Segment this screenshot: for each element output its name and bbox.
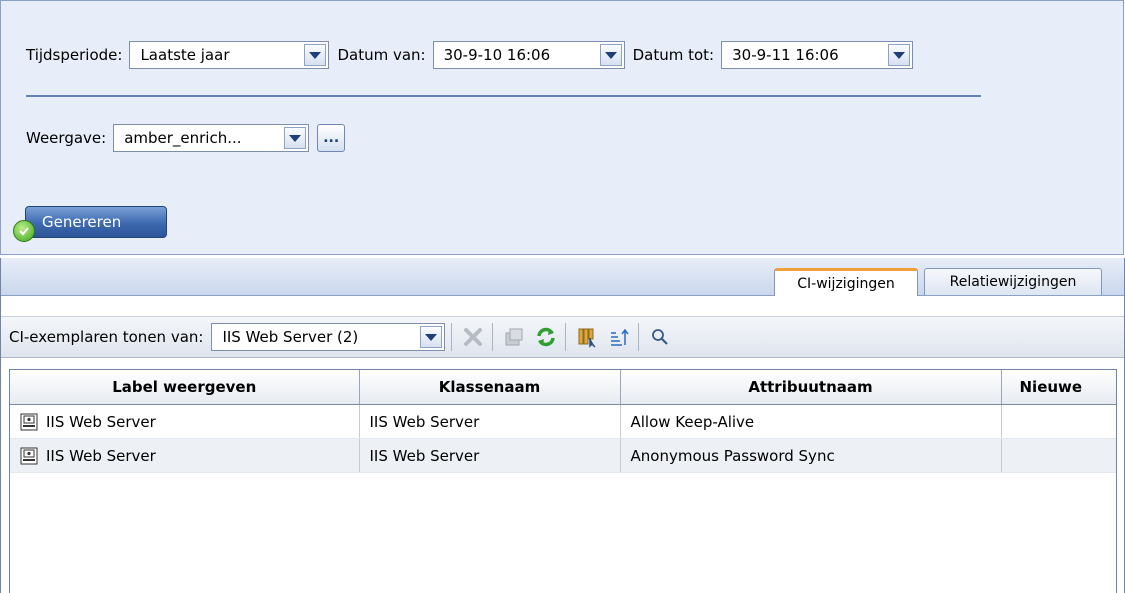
generate-button-label: Genereren	[25, 206, 167, 238]
table-cell: IIS Web Server	[10, 404, 360, 439]
filter-panel: Tijdsperiode: Laatste jaar Datum van: 30…	[0, 0, 1124, 255]
ci-instances-label: CI-exemplaren tonen van:	[9, 328, 204, 346]
table-cell	[1001, 404, 1116, 439]
toolbar-separator	[638, 323, 640, 351]
tijdsperiode-select[interactable]: Laatste jaar	[129, 41, 330, 69]
sort-icon[interactable]	[604, 322, 634, 352]
tab-strip: CI-wijzigingen Relatiewijzigingen	[1, 258, 1124, 296]
weergave-label: Weergave:	[26, 129, 107, 147]
server-icon	[20, 447, 38, 464]
toolbar-separator	[492, 323, 494, 351]
row-label: IIS Web Server	[46, 412, 156, 431]
table-header-row: Label weergeven Klassenaam Attribuutnaam…	[10, 370, 1116, 405]
table-cell: IIS Web Server	[359, 404, 621, 439]
column-header-label[interactable]: Label weergeven	[10, 370, 360, 405]
view-row: Weergave: amber_enrich... ...	[26, 124, 346, 152]
datum-tot-value: 30-9-11 16:06	[732, 46, 839, 64]
table-row[interactable]: IIS Web Server IIS Web Server Allow Keep…	[10, 404, 1116, 439]
server-icon	[20, 413, 38, 430]
chevron-down-icon[interactable]	[420, 326, 443, 348]
toolbar-separator	[451, 323, 453, 351]
datum-van-select[interactable]: 30-9-10 16:06	[432, 41, 625, 69]
column-header-new[interactable]: Nieuwe	[1001, 370, 1116, 405]
chevron-down-icon[interactable]	[888, 44, 911, 66]
weergave-value: amber_enrich...	[124, 129, 242, 147]
tijdsperiode-label: Tijdsperiode:	[26, 46, 123, 64]
column-header-class[interactable]: Klassenaam	[359, 370, 621, 405]
refresh-icon[interactable]	[531, 322, 561, 352]
toolbar-separator	[565, 323, 567, 351]
toolbar: CI-exemplaren tonen van: IIS Web Server …	[1, 316, 1124, 358]
datum-van-value: 30-9-10 16:06	[443, 46, 551, 64]
table-row[interactable]: IIS Web Server IIS Web Server Anonymous …	[10, 438, 1116, 473]
properties-icon[interactable]	[499, 322, 529, 352]
tijdsperiode-value: Laatste jaar	[140, 46, 230, 64]
column-header-attribute[interactable]: Attribuutnaam	[620, 370, 1002, 405]
datum-tot-label: Datum tot:	[632, 46, 715, 64]
table-cell: IIS Web Server	[10, 438, 360, 473]
datum-tot-select[interactable]: 30-9-11 16:06	[721, 41, 914, 69]
result-panel: CI-wijzigingen Relatiewijzigingen CI-exe…	[0, 258, 1125, 593]
table-cell: IIS Web Server	[359, 438, 621, 473]
browse-view-button[interactable]: ...	[317, 124, 346, 152]
ci-instances-select[interactable]: IIS Web Server (2)	[211, 323, 446, 351]
changes-table: Label weergeven Klassenaam Attribuutnaam…	[9, 369, 1117, 593]
generate-button[interactable]: Genereren	[13, 206, 167, 242]
filter-separator	[26, 95, 981, 97]
weergave-select[interactable]: amber_enrich...	[113, 124, 310, 152]
chevron-down-icon[interactable]	[284, 127, 307, 149]
period-row: Tijdsperiode: Laatste jaar Datum van: 30…	[26, 41, 921, 69]
search-icon[interactable]	[645, 322, 675, 352]
chevron-down-icon[interactable]	[304, 44, 327, 66]
table-cell: Anonymous Password Sync	[620, 438, 1002, 473]
row-label: IIS Web Server	[46, 446, 156, 465]
tab-ci-wijzigingen[interactable]: CI-wijzigingen	[774, 268, 918, 296]
tab-relatiewijzigingen[interactable]: Relatiewijzigingen	[924, 268, 1102, 295]
checkmark-icon	[13, 220, 35, 242]
table-cell: Allow Keep-Alive	[620, 404, 1002, 439]
ci-instances-value: IIS Web Server (2)	[222, 328, 359, 346]
chevron-down-icon[interactable]	[599, 44, 622, 66]
delete-icon[interactable]	[458, 322, 488, 352]
table-cell	[1001, 438, 1116, 473]
datum-van-label: Datum van:	[337, 46, 426, 64]
select-columns-icon[interactable]	[572, 322, 602, 352]
